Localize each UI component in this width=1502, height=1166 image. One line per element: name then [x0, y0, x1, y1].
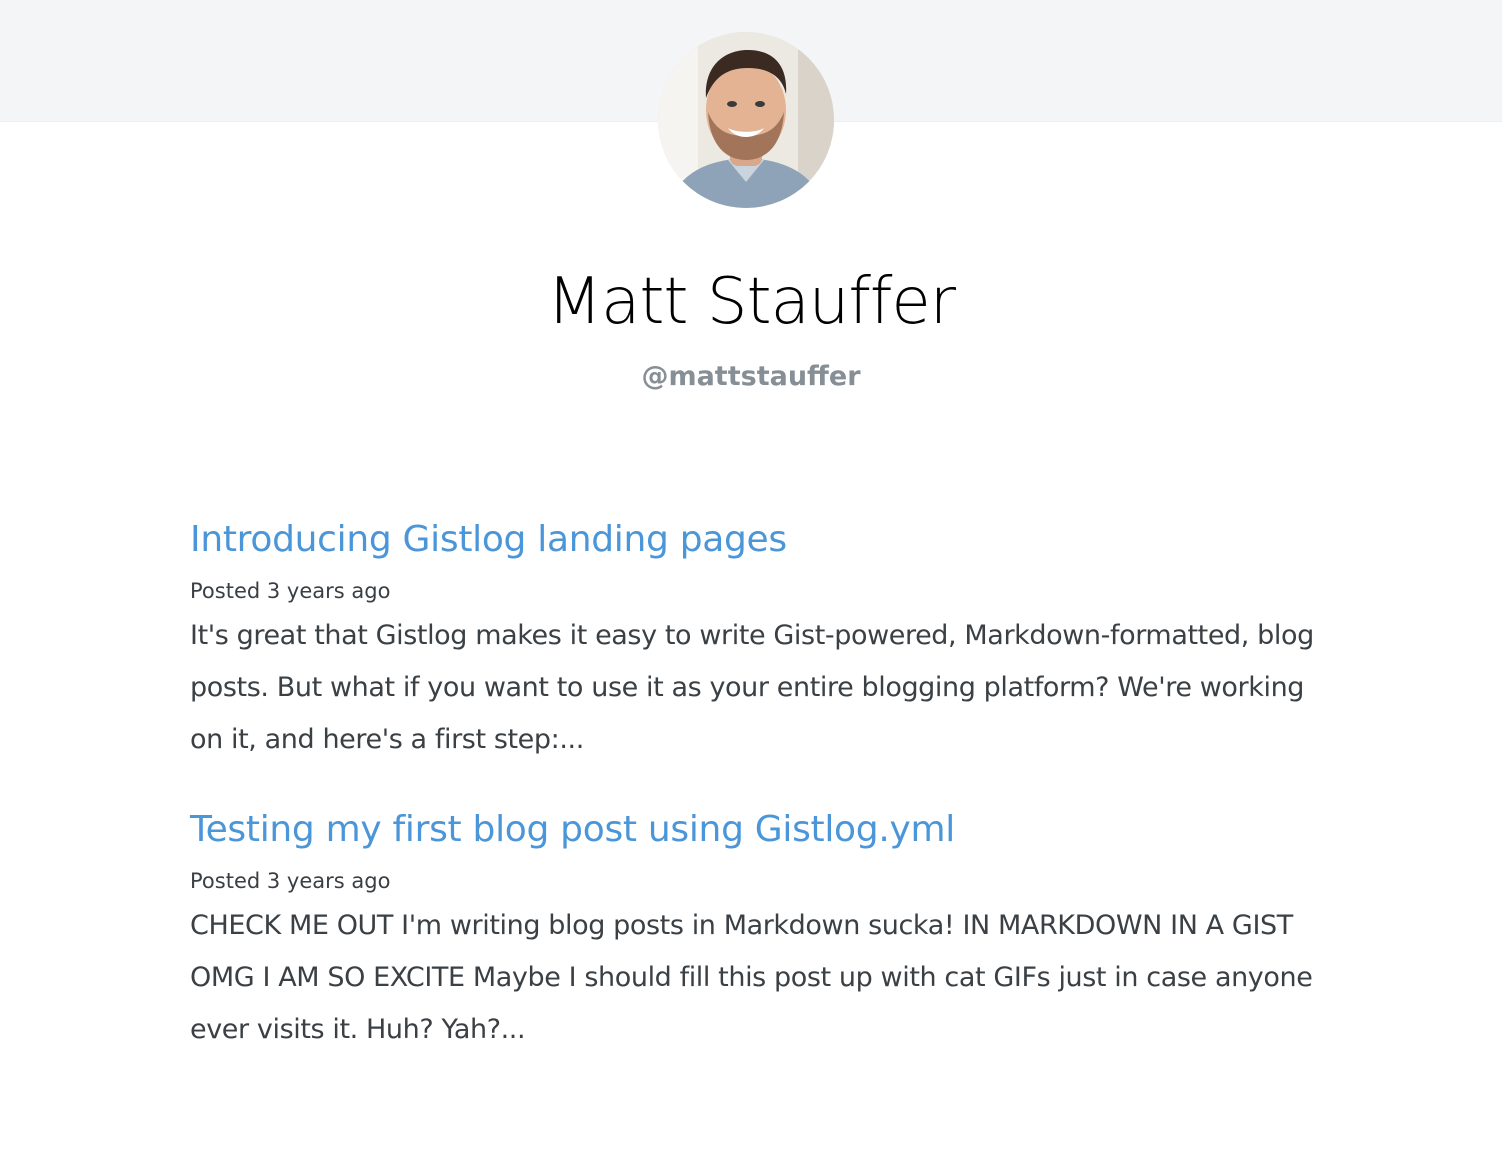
post-item: Testing my first blog post using Gistlog… — [190, 802, 1340, 1056]
post-excerpt: It's great that Gistlog makes it easy to… — [190, 620, 1314, 755]
profile-avatar — [658, 32, 834, 208]
post-list: Introducing Gistlog landing pages Posted… — [190, 512, 1340, 1092]
post-item: Introducing Gistlog landing pages Posted… — [190, 512, 1340, 766]
profile-name: Matt Stauffer — [546, 265, 956, 339]
post-date: Posted 3 years ago — [190, 579, 391, 603]
post-date: Posted 3 years ago — [190, 869, 391, 893]
post-title-link[interactable]: Introducing Gistlog landing pages — [190, 512, 1340, 568]
post-title-link[interactable]: Testing my first blog post using Gistlog… — [190, 802, 1340, 858]
profile-handle: @mattstauffer — [641, 361, 861, 392]
post-excerpt: CHECK ME OUT I'm writing blog posts in M… — [190, 910, 1313, 1045]
avatar-photo — [658, 32, 834, 208]
